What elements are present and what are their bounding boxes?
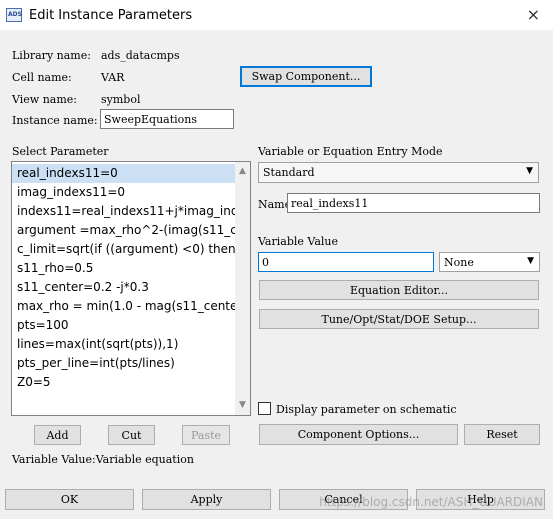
unit-value: None [444,256,474,269]
parameter-list-item[interactable]: indexs11=real_indexs11+j*imag_indexs11 [12,202,235,221]
parameter-list-item[interactable]: s11_center=0.2 -j*0.3 [12,278,235,297]
select-parameter-heading: Select Parameter [12,145,109,158]
tune-opt-stat-doe-setup-button[interactable]: Tune/Opt/Stat/DOE Setup... [259,309,539,329]
scroll-down-icon[interactable]: ▼ [235,398,250,413]
equation-editor-button[interactable]: Equation Editor... [259,280,539,300]
ok-button[interactable]: OK [5,489,134,510]
parameter-list-item[interactable]: real_indexs11=0 [12,164,235,183]
parameter-list-item[interactable]: max_rho = min(1.0 - mag(s11_center), [12,297,235,316]
status-text: Variable Value:Variable equation [12,453,194,466]
name-field[interactable]: real_indexs11 [287,193,540,213]
instance-name-label: Instance name: [12,114,98,127]
title-bar: Edit Instance Parameters × [0,0,553,30]
parameter-list-item[interactable]: s11_rho=0.5 [12,259,235,278]
chevron-down-icon: ▼ [526,166,533,176]
scroll-up-icon[interactable]: ▲ [235,164,250,179]
parameter-list-item[interactable]: pts=100 [12,316,235,335]
list-scrollbar[interactable]: ▲ ▼ [235,162,250,415]
parameter-list-item[interactable]: Z0=5 [12,373,235,392]
instance-name-field[interactable]: SweepEquations [100,109,234,129]
cell-name-value: VAR [101,71,125,84]
variable-value-field[interactable]: 0 [258,252,434,272]
entry-mode-label: Variable or Equation Entry Mode [258,145,443,158]
parameter-list-item[interactable]: c_limit=sqrt(if ((argument) <0) then 0 [12,240,235,259]
cell-name-label: Cell name: [12,71,72,84]
entry-mode-select[interactable]: Standard ▼ [258,162,539,183]
parameter-list-item[interactable]: imag_indexs11=0 [12,183,235,202]
close-icon[interactable]: × [527,5,540,24]
library-name-value: ads_datacmps [101,49,180,62]
apply-button[interactable]: Apply [142,489,271,510]
cancel-button[interactable]: Cancel [279,489,408,510]
swap-component-button[interactable]: Swap Component... [240,66,372,87]
paste-button[interactable]: Paste [182,425,230,445]
unit-select[interactable]: None ▼ [439,252,540,272]
display-parameter-checkbox[interactable] [258,402,271,415]
entry-mode-value: Standard [263,166,315,179]
display-parameter-label: Display parameter on schematic [276,403,457,416]
view-name-label: View name: [12,93,77,106]
parameter-list-item[interactable]: pts_per_line=int(pts/lines) [12,354,235,373]
parameter-list[interactable]: real_indexs11=0 imag_indexs11=0 indexs11=r… [11,161,251,416]
variable-value-label: Variable Value [258,235,338,248]
window-title: Edit Instance Parameters [29,7,193,23]
parameter-list-item[interactable]: argument =max_rho^2-(imag(s11_center [12,221,235,240]
chevron-down-icon: ▼ [527,256,534,266]
ads-app-icon [6,8,22,22]
add-button[interactable]: Add [34,425,81,445]
help-button[interactable]: Help [416,489,545,510]
component-options-button[interactable]: Component Options... [259,424,458,445]
parameter-list-item[interactable]: lines=max(int(sqrt(pts)),1) [12,335,235,354]
library-name-label: Library name: [12,49,91,62]
view-name-value: symbol [101,93,141,106]
cut-button[interactable]: Cut [108,425,155,445]
reset-button[interactable]: Reset [464,424,540,445]
